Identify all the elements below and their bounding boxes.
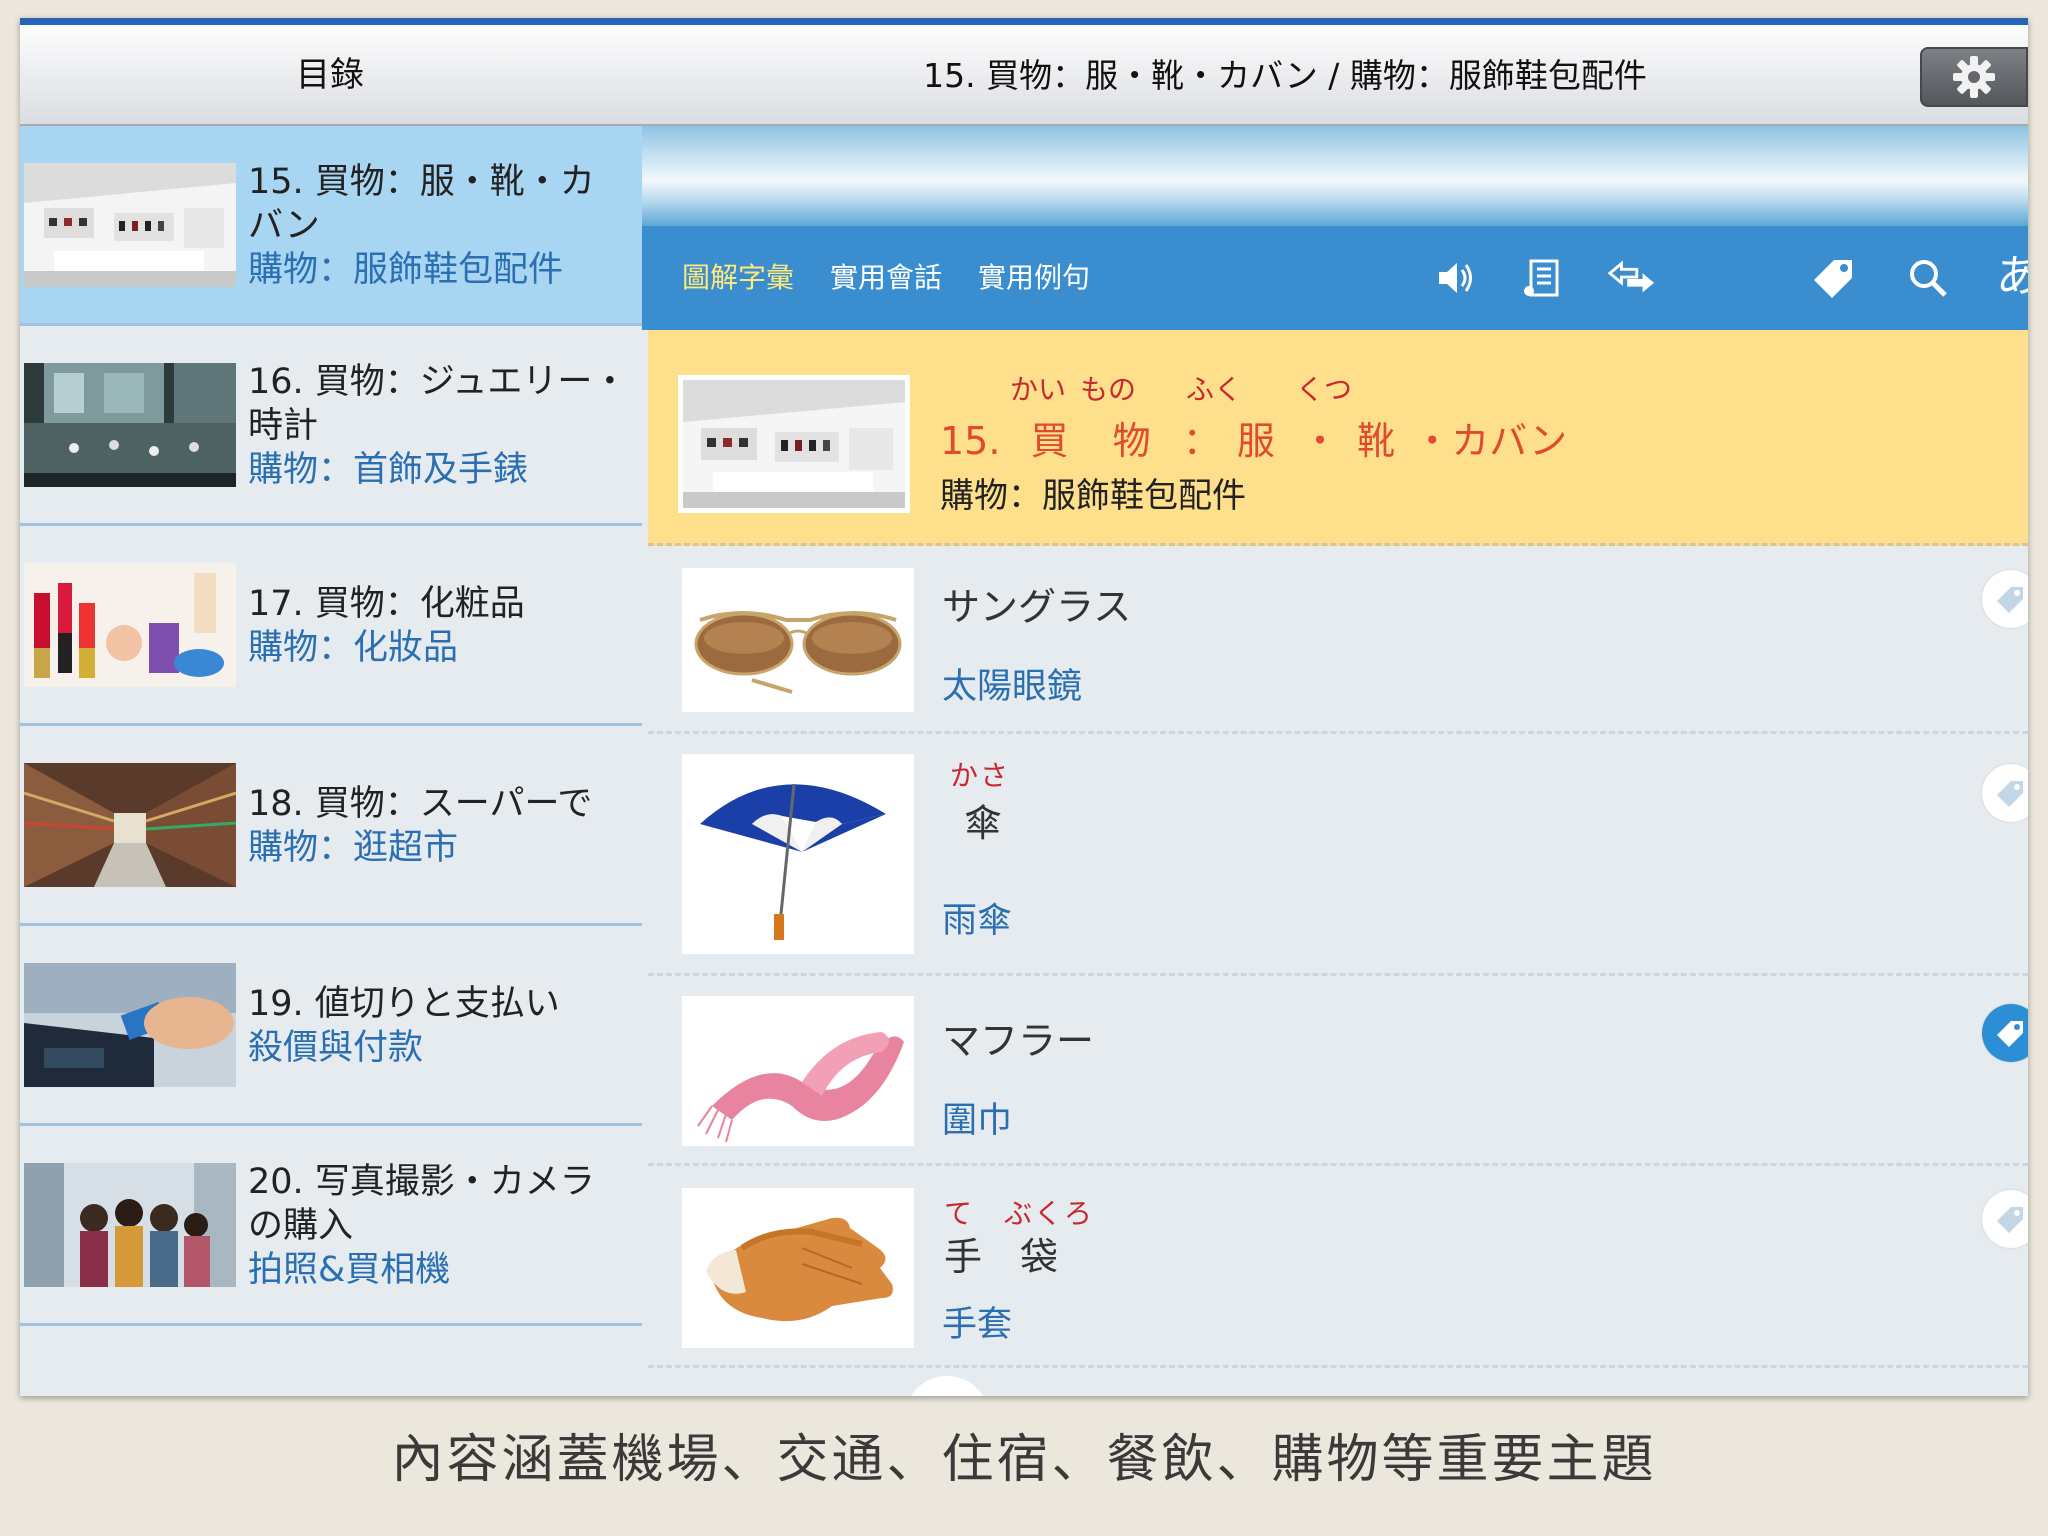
kanji-6: ・カバン bbox=[1413, 419, 1568, 463]
toc-title: 目錄 bbox=[296, 55, 364, 95]
kana-toggle-button[interactable]: あ bbox=[1994, 248, 2028, 302]
vocab-item[interactable]: て ぶくろ 手 袋 手套 bbox=[648, 1166, 2028, 1368]
store-thumbnail bbox=[24, 163, 236, 287]
sidebar-item-17[interactable]: 17. 買物：化粧品 購物：化妝品 bbox=[20, 526, 642, 726]
sidebar: 15. 買物：服・靴・カバン 購物：服飾鞋包配件 16. 買物：ジュエリー・時計… bbox=[20, 126, 642, 1396]
sidebar-item-20[interactable]: 20. 写真撮影・カメラの購入 拍照&買相機 bbox=[20, 1126, 642, 1326]
sunglasses-image bbox=[682, 568, 914, 712]
kanji-5: 靴 bbox=[1357, 419, 1396, 463]
sidebar-item-jp: 15. 買物：服・靴・カバン bbox=[248, 162, 595, 246]
vocab-item[interactable]: サングラス 太陽眼鏡 bbox=[648, 546, 2028, 734]
ruby-mono: もの bbox=[1080, 373, 1137, 406]
kanji-1: 物 bbox=[1112, 419, 1151, 463]
sky-banner bbox=[642, 126, 2028, 226]
sidebar-item-zh: 購物：化妝品 bbox=[248, 628, 459, 668]
word-chinese: 雨傘 bbox=[942, 901, 1013, 941]
store-image bbox=[678, 375, 910, 513]
tab-vocabulary[interactable]: 圖解字彙 bbox=[682, 226, 794, 330]
lesson-subtitle: 購物：服飾鞋包配件 bbox=[940, 476, 1246, 516]
word-chinese: 太陽眼鏡 bbox=[942, 667, 1083, 707]
sidebar-item-zh: 殺價與付款 bbox=[248, 1028, 424, 1068]
gloves-image bbox=[682, 1188, 914, 1348]
word-ruby: かさ bbox=[950, 759, 1011, 792]
word-chinese: 手套 bbox=[942, 1305, 1013, 1345]
tag-icon bbox=[1997, 587, 2023, 613]
payment-thumbnail bbox=[24, 963, 236, 1087]
kanji-0: 買 bbox=[1030, 419, 1069, 463]
tab-sentences[interactable]: 實用例句 bbox=[978, 226, 1090, 330]
sidebar-item-jp: 17. 買物：化粧品 bbox=[248, 584, 525, 624]
sidebar-item-19[interactable]: 19. 値切りと支払い 殺價與付款 bbox=[20, 926, 642, 1126]
word-japanese: 傘 bbox=[964, 801, 1003, 845]
tag-icon bbox=[1997, 1021, 2023, 1047]
kanji-4: ・ bbox=[1300, 419, 1339, 463]
supermarket-thumbnail bbox=[24, 763, 236, 887]
sidebar-item-16[interactable]: 16. 買物：ジュエリー・時計 購物：首飾及手錶 bbox=[20, 326, 642, 526]
jewelry-thumbnail bbox=[24, 363, 236, 487]
ruby-kutsu: くつ bbox=[1296, 373, 1353, 406]
sidebar-item-zh: 拍照&買相機 bbox=[248, 1250, 451, 1290]
word-japanese: サングラス bbox=[942, 585, 1132, 629]
bookmark-tag-button[interactable] bbox=[1982, 1190, 2028, 1248]
word-japanese: 手 袋 bbox=[944, 1235, 1059, 1279]
gear-icon bbox=[1953, 56, 1995, 98]
vocab-item[interactable]: かさ 傘 雨傘 bbox=[648, 734, 2028, 976]
word-japanese: マフラー bbox=[942, 1019, 1095, 1063]
sidebar-item-zh: 購物：逛超市 bbox=[248, 828, 459, 868]
word-chinese: 圍巾 bbox=[942, 1101, 1013, 1141]
sidebar-item-jp: 18. 買物：スーパーで bbox=[248, 784, 593, 824]
tab-bar: 圖解字彙 實用會話 實用例句 あ bbox=[642, 226, 2028, 330]
sidebar-item-15[interactable]: 15. 買物：服・靴・カバン 購物：服飾鞋包配件 bbox=[20, 126, 642, 326]
settings-button[interactable] bbox=[1920, 47, 2028, 107]
sidebar-item-zh: 購物：首飾及手錶 bbox=[248, 450, 529, 490]
sidebar-item-zh: 購物：服飾鞋包配件 bbox=[248, 250, 564, 290]
kanji-2: ： bbox=[1182, 419, 1221, 463]
promo-caption: 內容涵蓋機場、交通、住宿、餐飲、購物等重要主題 bbox=[391, 1430, 1657, 1490]
lesson-number: 15. bbox=[940, 419, 1001, 463]
search-icon[interactable] bbox=[1904, 254, 1952, 302]
bookmark-tag-button[interactable] bbox=[1982, 764, 2028, 822]
swap-arrows-icon[interactable] bbox=[1608, 254, 1656, 302]
vocab-item[interactable]: マフラー 圍巾 bbox=[648, 976, 2028, 1166]
lesson-header: かい もの ふく くつ 15. 買 物 ： 服 ・ 靴 ・カバン 購物：服飾鞋包… bbox=[648, 330, 2028, 546]
tag-icon bbox=[1997, 781, 2023, 807]
speaker-icon[interactable] bbox=[1432, 254, 1480, 302]
tag-icon bbox=[1997, 1207, 2023, 1233]
bookmark-tag-button[interactable] bbox=[1982, 570, 2028, 628]
scroll-indicator[interactable] bbox=[904, 1376, 990, 1396]
app-window: 目錄 15. 買物：服・靴・カバン / 購物：服飾鞋包配件 15. 買物：服・靴… bbox=[20, 18, 2028, 1396]
sidebar-item-jp: 19. 値切りと支払い bbox=[248, 984, 560, 1024]
ruby-fuku: ふく bbox=[1186, 373, 1243, 406]
page-title: 15. 買物：服・靴・カバン / 購物：服飾鞋包配件 bbox=[923, 56, 1647, 95]
tag-icon[interactable] bbox=[1810, 254, 1858, 302]
photo-thumbnail bbox=[24, 1163, 236, 1287]
list-icon[interactable] bbox=[1518, 254, 1566, 302]
tab-conversation[interactable]: 實用會話 bbox=[830, 226, 942, 330]
umbrella-image bbox=[682, 754, 914, 954]
kanji-3: 服 bbox=[1236, 419, 1275, 463]
cosmetics-thumbnail bbox=[24, 563, 236, 687]
lesson-title: 15. 買 物 ： 服 ・ 靴 ・カバン bbox=[940, 410, 1567, 465]
top-bar: 目錄 15. 買物：服・靴・カバン / 購物：服飾鞋包配件 bbox=[20, 18, 2028, 126]
sidebar-item-18[interactable]: 18. 買物：スーパーで 購物：逛超市 bbox=[20, 726, 642, 926]
ruby-kai: かい bbox=[1010, 373, 1067, 406]
sidebar-item-jp: 16. 買物：ジュエリー・時計 bbox=[248, 362, 628, 446]
sidebar-item-jp: 20. 写真撮影・カメラの購入 bbox=[248, 1162, 595, 1246]
scarf-image bbox=[682, 996, 914, 1146]
bookmark-tag-button[interactable] bbox=[1982, 1004, 2028, 1062]
